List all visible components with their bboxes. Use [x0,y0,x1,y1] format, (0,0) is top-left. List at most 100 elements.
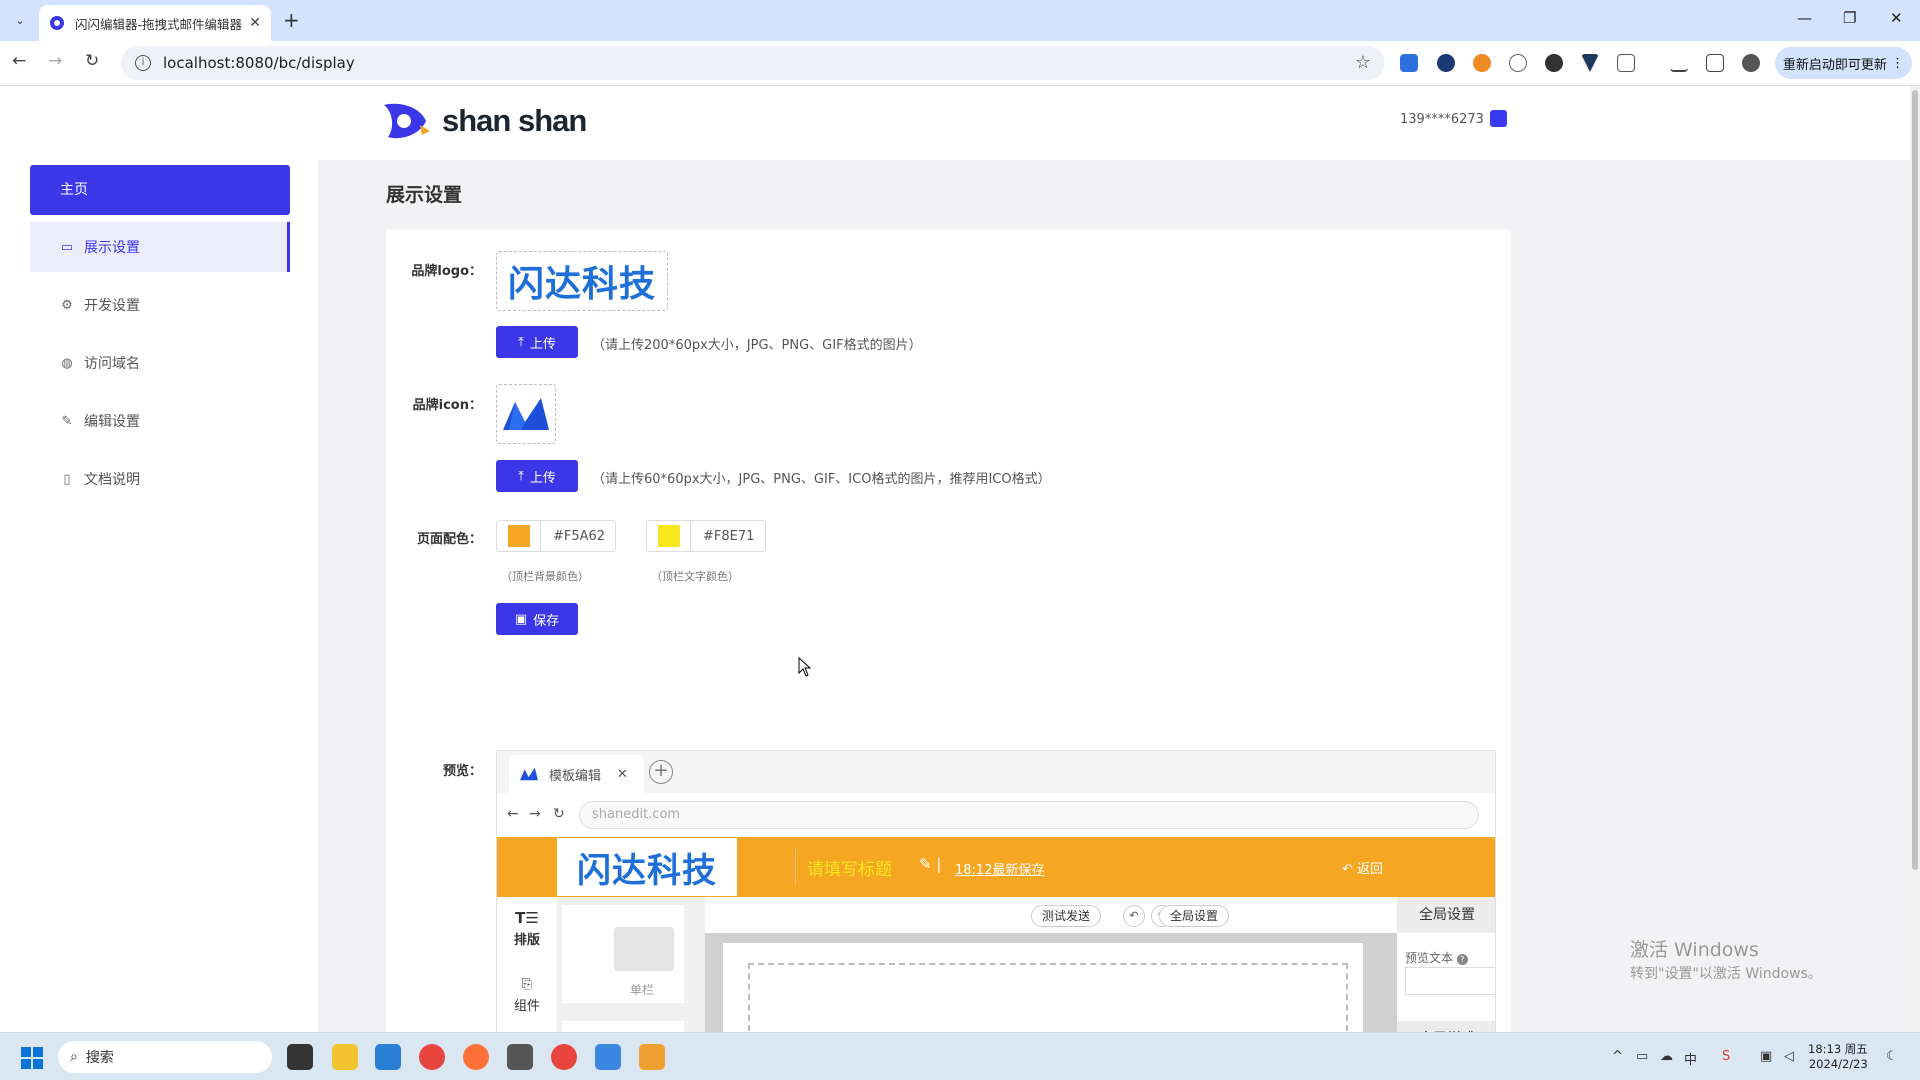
color-swatch-wrap[interactable] [647,521,691,551]
taskbar-clock[interactable]: 18:13 周五 2024/2/23 [1808,1042,1868,1072]
forward-icon[interactable]: → [48,51,62,71]
info-icon[interactable]: i [135,55,151,71]
download-icon[interactable] [1670,54,1688,72]
image-placeholder-icon [614,927,674,971]
windows-start-icon[interactable] [20,1046,44,1070]
preview-tab-label: 模板编辑 [549,768,602,784]
sidebar-item-label: 开发设置 [84,298,140,314]
side-panel-icon[interactable] [1706,54,1724,72]
sidebar-item-domain[interactable]: ◍ 访问域名 [30,338,290,388]
profile-avatar[interactable] [1742,54,1760,72]
globe-icon: ◍ [61,355,73,371]
tray-chevron-icon[interactable]: ^ [1612,1049,1623,1064]
back-icon[interactable]: ← [12,51,26,71]
logout-icon[interactable] [1490,110,1507,127]
tray-volume-icon[interactable]: ◁ [1784,1049,1794,1064]
preview-logo: 闪达科技 [557,838,737,896]
chrome-active-icon[interactable] [551,1044,577,1070]
gear-icon: ⚙ [61,297,73,313]
yellow-swatch [657,525,680,547]
file-explorer-icon[interactable] [332,1044,358,1070]
notification-moon-icon[interactable]: ☾ [1886,1049,1898,1064]
logo-hint: （请上传200*60px大小，JPG、PNG、GIF格式的图片） [592,338,922,353]
preview-tab: 模板编辑 ✕ [509,755,644,793]
scroll-thumb[interactable] [1912,90,1918,870]
color-swatch-wrap[interactable] [497,521,541,551]
page: shan shan 139****6273 主页 ▭ 展示设置 ⚙ 开发设置 ◍… [0,86,1910,1032]
minimize-icon[interactable]: — [1797,9,1812,27]
sidebar-item-display[interactable]: ▭ 展示设置 [30,222,290,272]
reload-icon: ↻ [553,806,565,822]
restore-icon[interactable]: ❐ [1843,9,1856,27]
vscode-icon[interactable] [375,1044,401,1070]
reload-icon[interactable]: ↻ [85,51,99,71]
extension-v-icon[interactable] [1581,54,1599,72]
icon-hint: （请上传60*60px大小，JPG、PNG、GIF、ICO格式的图片，推荐用IC… [592,472,1051,487]
address-bar[interactable]: i localhost:8080/bc/display ☆ [121,46,1385,80]
app-git-icon[interactable] [639,1044,665,1070]
search-icon: ⌕ [70,1049,78,1065]
close-window-icon[interactable]: ✕ [1890,9,1903,27]
sidebar-item-label: 访问域名 [84,356,140,372]
module-card: 单栏 [562,905,684,1003]
clock-date: 2024/2/23 [1808,1057,1868,1071]
layout-icon: T☰ [515,909,539,927]
close-tab-icon[interactable]: ✕ [249,15,261,31]
extension-circle-icon[interactable] [1509,54,1527,72]
task-view-icon[interactable] [287,1044,313,1070]
preview-right-panel: 全局设置 预览文本 ? 全局样式 [1397,897,1495,1032]
topbar-bg-color-input[interactable]: #F5A62 [496,520,616,552]
tray-monitor-icon[interactable]: ▭ [1636,1049,1648,1064]
bookmark-star-icon[interactable]: ☆ [1355,52,1371,73]
doc-icon: ▯ [63,471,71,487]
extension-jh-icon[interactable] [1400,54,1418,72]
right-style-header: 全局样式 [1397,1021,1495,1032]
taskbar: ⌕ 搜索 ^ ▭ ☁ 中 S ▣ ◁ 18:13 周五 2024/2/23 ☾ [0,1032,1920,1080]
color1-note: （顶栏背景颜色） [501,570,589,583]
color1-hex: #F5A62 [553,528,606,544]
preview-canvas-toolbar: 测试发送 ↶ ↷ 全局设置 [705,897,1397,933]
upload-logo-button[interactable]: ⤒ 上传 [496,326,578,358]
sidebar-item-docs[interactable]: ▯ 文档说明 [30,454,290,504]
sidebar-item-edit[interactable]: ✎ 编辑设置 [30,396,290,446]
app-blue-icon[interactable] [595,1044,621,1070]
tray-network-icon[interactable]: ▣ [1760,1049,1772,1064]
activation-watermark-sub: 转到"设置"以激活 Windows。 [1630,966,1822,982]
tray-app-icon[interactable]: S [1722,1049,1730,1064]
editor-preview: 模板编辑 ✕ + ← → ↻ shanedit.com 闪达科技 请填写标题 ✎… [496,750,1496,1032]
extensions-puzzle-icon[interactable] [1617,54,1635,72]
pen-icon: ✎ [61,413,73,429]
app-logo[interactable]: shan shan [380,101,587,141]
page-scrollbar[interactable] [1910,86,1920,1032]
tab-search-icon[interactable]: ⌄ [10,11,30,31]
preview-label: 预览： [442,764,482,779]
topbar-text-color-input[interactable]: #F8E71 [646,520,766,552]
preview-url: shanedit.com [579,801,1479,829]
drop-zone [748,963,1348,1032]
tray-cloud-icon[interactable]: ☁ [1660,1049,1673,1064]
global-settings-button: 全局设置 [1159,905,1230,927]
taskbar-search[interactable]: ⌕ 搜索 [58,1041,272,1073]
update-button[interactable]: 重新启动即可更新 ⋮ [1775,47,1912,79]
sidebar-item-dev[interactable]: ⚙ 开发设置 [30,280,290,330]
firefox-icon[interactable] [463,1044,489,1070]
chrome-icon[interactable] [419,1044,445,1070]
tray-ime-icon[interactable]: 中 [1684,1049,1697,1068]
extension-orange-icon[interactable] [1473,54,1491,72]
extension-check-icon[interactable] [1437,54,1455,72]
browser-tab[interactable]: 闪闪编辑器-拖拽式邮件编辑器 ✕ [39,5,271,41]
back-label: 返回 [1357,862,1384,877]
new-tab-button[interactable]: + [283,8,300,32]
color2-note: （顶栏文字颜色） [651,570,739,583]
remote-desktop-icon[interactable] [507,1044,533,1070]
save-button[interactable]: ▣ 保存 [496,603,578,635]
upload-icon-button[interactable]: ⤒ 上传 [496,460,578,492]
sidebar-item-label: 编辑设置 [84,414,140,430]
brand-logo-preview[interactable]: 闪达科技 [496,251,668,311]
extension-dark-icon[interactable] [1545,54,1563,72]
divider [795,849,796,885]
clock-time: 18:13 周五 [1808,1042,1868,1056]
sidebar-item-home[interactable]: 主页 [30,165,290,215]
brand-icon-preview[interactable] [496,384,556,444]
logo-mark-icon [384,103,430,139]
